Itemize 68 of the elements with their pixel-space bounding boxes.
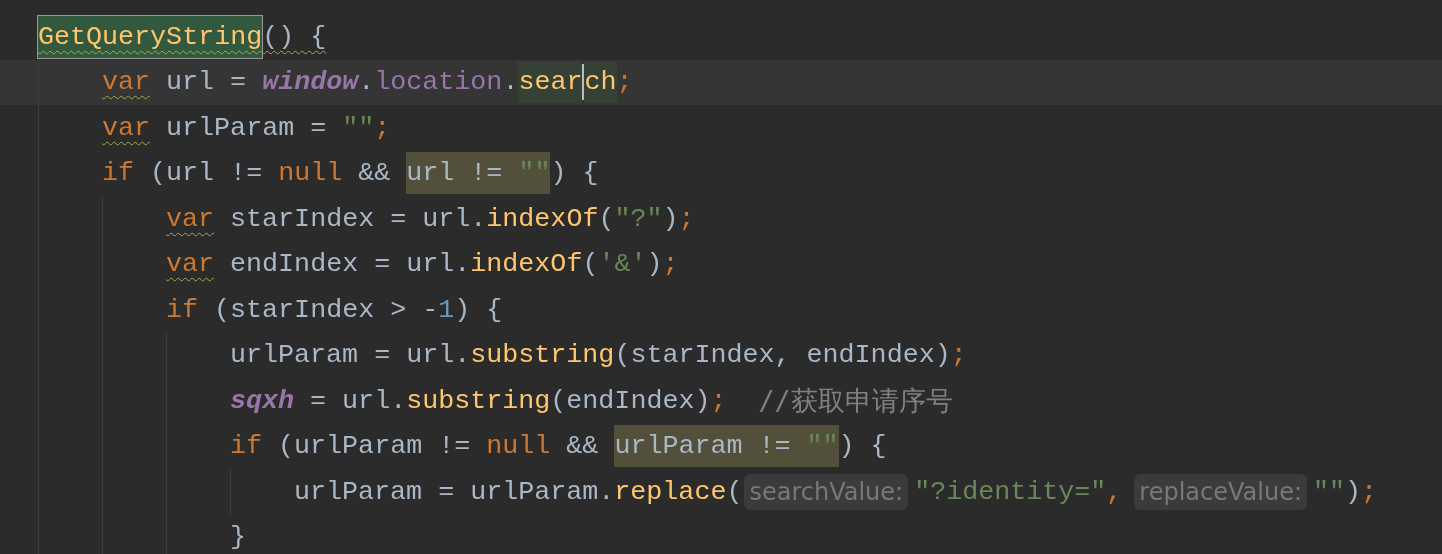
function-name: indexOf: [470, 248, 583, 282]
code-text: }: [230, 521, 246, 554]
keyword: var: [102, 66, 151, 100]
punctuation: ;: [678, 202, 695, 236]
string-literal: "": [806, 425, 839, 468]
keyword: var: [102, 111, 151, 145]
punctuation: ;: [1361, 475, 1378, 509]
code-text: endIndex = url.: [229, 248, 471, 282]
code-text: ) {: [550, 157, 599, 191]
keyword: var: [166, 248, 215, 282]
code-text: ): [662, 202, 679, 236]
property-name: location: [374, 66, 503, 100]
string-literal: "?": [614, 202, 663, 236]
punctuation: ;: [710, 384, 727, 418]
code-text: url !=: [406, 152, 519, 195]
code-text: (starIndex > -: [213, 293, 439, 327]
global-variable: window: [262, 66, 359, 100]
code-text: .: [358, 66, 375, 100]
code-text: (starIndex, endIndex): [614, 339, 951, 373]
code-text: url =: [165, 66, 248, 100]
code-text: &&: [565, 430, 600, 464]
string-literal: "": [1313, 475, 1346, 509]
function-name: indexOf: [486, 202, 599, 236]
code-text: (: [598, 202, 615, 236]
string-literal: "": [342, 111, 375, 145]
code-text: (endIndex): [550, 384, 711, 418]
keyword: null: [486, 430, 551, 464]
parameter-hint: searchValue:: [744, 473, 909, 510]
code-text: ) {: [454, 293, 503, 327]
code-text: urlParam = url.: [230, 339, 471, 373]
global-variable: sqxh: [230, 384, 295, 418]
keyword: if: [230, 430, 263, 464]
code-text: ): [646, 248, 663, 282]
code-text: () {: [262, 20, 327, 54]
code-text: (: [726, 475, 743, 509]
string-literal: "?identity=": [914, 475, 1107, 509]
code-text: &&: [357, 157, 392, 191]
code-comment: //获取申请序号: [758, 383, 953, 418]
code-text: starIndex = url.: [229, 202, 487, 236]
punctuation: ;: [950, 339, 967, 373]
code-text: ) {: [838, 430, 887, 464]
code-text: ): [1345, 475, 1362, 509]
keyword: null: [278, 157, 343, 191]
punctuation: ;: [662, 248, 679, 282]
function-name: substring: [470, 339, 615, 373]
code-text: urlParam !=: [614, 425, 807, 468]
function-name: substring: [406, 384, 551, 418]
number-literal: 1: [438, 293, 455, 327]
code-text: .: [502, 66, 519, 100]
parameter-hint: replaceValue:: [1134, 473, 1308, 510]
function-name: replace: [614, 475, 727, 509]
keyword: if: [166, 293, 199, 327]
keyword: if: [102, 157, 135, 191]
code-text: (: [582, 248, 599, 282]
function-name: sear: [518, 61, 583, 104]
string-literal: "": [518, 152, 551, 195]
function-name: GetQueryString: [38, 15, 263, 58]
punctuation: ;: [374, 111, 391, 145]
code-text: = url.: [309, 384, 407, 418]
punctuation: ,: [1106, 475, 1123, 509]
function-name: ch: [584, 61, 617, 104]
keyword: var: [166, 202, 215, 236]
code-text: urlParam = urlParam.: [294, 475, 615, 509]
string-literal: '&': [598, 248, 647, 282]
code-text: urlParam =: [165, 111, 328, 145]
code-text: (url !=: [149, 157, 264, 191]
code-text: (urlParam !=: [277, 430, 472, 464]
punctuation: ;: [616, 66, 633, 100]
